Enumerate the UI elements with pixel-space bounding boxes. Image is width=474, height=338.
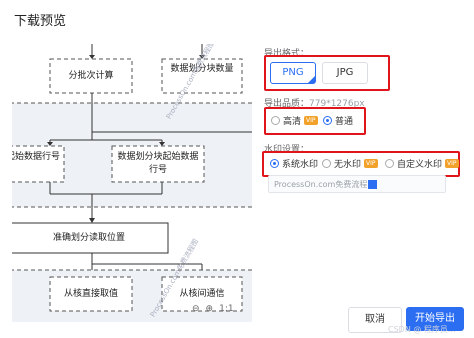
radio-checked-icon[interactable] bbox=[323, 116, 332, 125]
quality-hd-option[interactable]: 高清 VIP bbox=[271, 114, 318, 127]
watermark-text-value: ProcessOn.com免费流程 bbox=[274, 180, 368, 189]
vip-badge: VIP bbox=[304, 116, 318, 125]
vip-badge: VIP bbox=[364, 159, 378, 168]
watermark-none-option[interactable]: 无水印 VIP bbox=[322, 157, 378, 170]
zoom-out-icon[interactable]: ⊖ bbox=[192, 304, 200, 314]
dialog-title: 下载预览 bbox=[14, 14, 67, 29]
label-inter-core-comm: 从核间通信 bbox=[179, 289, 225, 299]
label-start-row-left: 起始数据行号 bbox=[12, 152, 60, 162]
format-jpg-button[interactable]: JPG bbox=[322, 62, 368, 84]
watermark-system-label: 系统水印 bbox=[282, 160, 319, 170]
quality-hd-label: 高清 bbox=[283, 117, 302, 127]
watermark-system-option[interactable]: 系统水印 bbox=[270, 157, 318, 170]
vip-badge: VIP bbox=[445, 159, 459, 168]
label-batch-calc: 分批次计算 bbox=[68, 71, 114, 81]
flowchart-diagram bbox=[12, 44, 252, 322]
text-cursor-icon bbox=[368, 180, 378, 189]
format-png-button[interactable]: PNG bbox=[270, 62, 316, 84]
label-locate-read-pos: 准确划分读取位置 bbox=[52, 233, 125, 243]
label-data-split-start-row: 数据划分块起始数据行号 bbox=[117, 152, 199, 175]
csdn-watermark: CSDN @ 程序员... bbox=[388, 325, 456, 334]
quality-normal-option[interactable]: 普通 bbox=[323, 114, 353, 127]
zoom-ratio-button[interactable]: 1:1 bbox=[219, 304, 233, 314]
quality-normal-label: 普通 bbox=[335, 117, 354, 127]
radio-icon[interactable] bbox=[322, 159, 331, 168]
radio-checked-icon[interactable] bbox=[270, 159, 279, 168]
preview-canvas[interactable]: 分批次计算 数据划分块数量 起始数据行号 数据划分块起始数据行号 准确划分读取位… bbox=[12, 44, 252, 322]
zoom-in-icon[interactable]: ⊕ bbox=[206, 304, 214, 314]
label-read-from-core: 从核直接取值 bbox=[63, 289, 118, 299]
watermark-none-label: 无水印 bbox=[334, 160, 362, 170]
watermark-text-input[interactable]: ProcessOn.com免费流程 bbox=[268, 175, 446, 193]
radio-icon[interactable] bbox=[385, 159, 394, 168]
watermark-custom-label: 自定义水印 bbox=[397, 160, 443, 170]
watermark-custom-option[interactable]: 自定义水印 VIP bbox=[385, 157, 459, 170]
zoom-controls: ⊖ ⊕ 1:1 bbox=[192, 304, 234, 314]
radio-icon[interactable] bbox=[271, 116, 280, 125]
